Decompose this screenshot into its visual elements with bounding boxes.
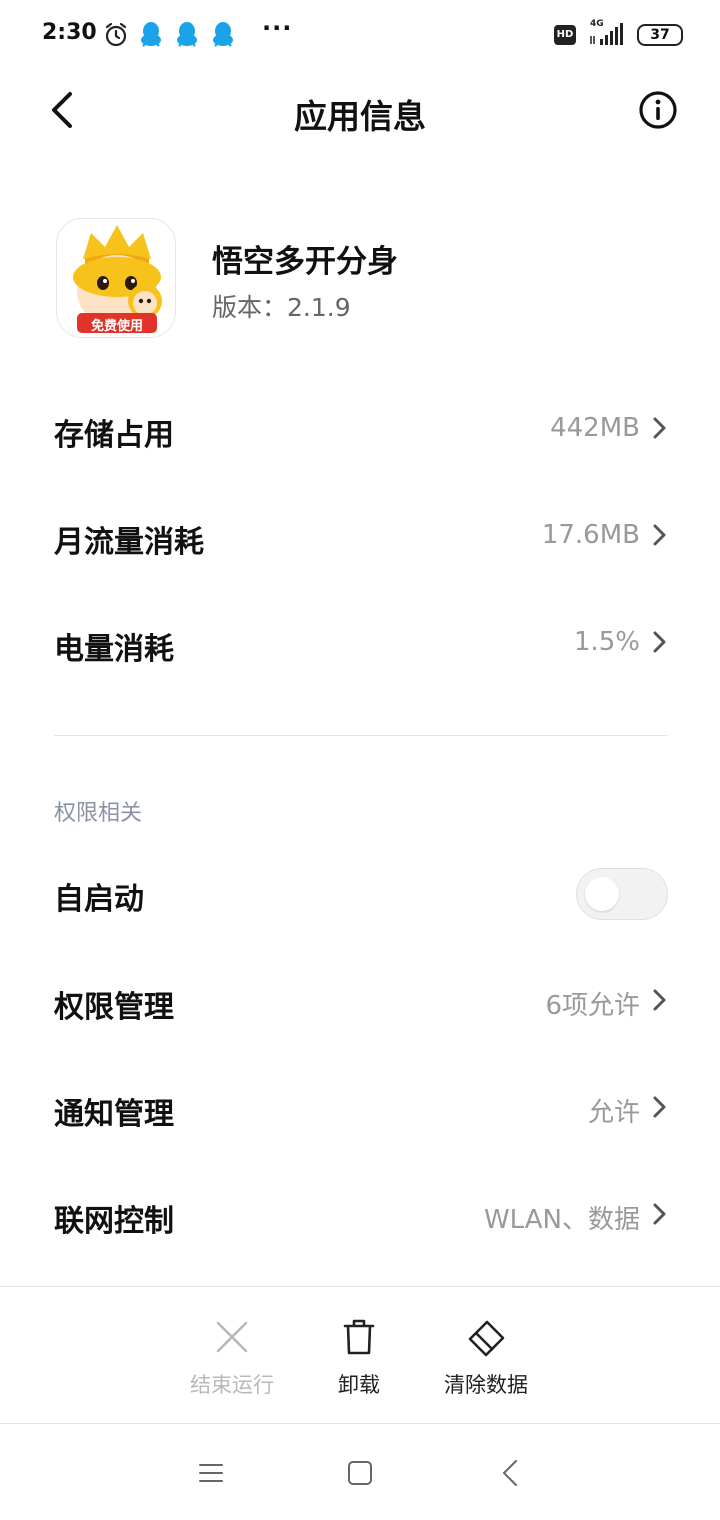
info-icon[interactable] (636, 88, 680, 132)
row-value: WLAN、数据 (483, 1205, 640, 1235)
uninstall-button[interactable]: 卸载 (294, 1287, 424, 1423)
eraser-icon (468, 1320, 505, 1357)
chevron-right-icon (653, 417, 666, 439)
action-label: 卸载 (338, 1373, 380, 1397)
page-title: 应用信息 (294, 97, 426, 136)
alarm-icon (105, 22, 127, 47)
system-nav-bar (0, 1425, 720, 1520)
more-notifications-icon: ··· (262, 14, 293, 42)
autostart-row: 自启动 (54, 862, 668, 922)
app-name: 悟空多开分身 (212, 244, 398, 280)
close-icon (216, 1321, 248, 1353)
storage-row[interactable]: 存储占用 442MB (54, 398, 668, 458)
app-icon-badge-text: 免费使用 (90, 319, 143, 334)
section-divider (54, 735, 668, 736)
chevron-right-icon (653, 1096, 666, 1118)
row-value: 允许 (587, 1098, 640, 1128)
qq-notification-icon (177, 22, 197, 47)
row-label: 存储占用 (54, 418, 174, 453)
clear-data-button[interactable]: 清除数据 (421, 1287, 551, 1423)
action-label: 结束运行 (190, 1373, 274, 1397)
chevron-right-icon (653, 1203, 666, 1225)
battery-indicator: 37 (637, 24, 683, 46)
row-label: 权限管理 (54, 990, 174, 1025)
status-bar: 2:30 ··· HD 4G 37 (0, 0, 720, 70)
row-label: 联网控制 (54, 1204, 174, 1239)
qq-notification-icon (141, 22, 161, 47)
row-label: 电量消耗 (54, 632, 174, 667)
data-usage-row[interactable]: 月流量消耗 17.6MB (54, 505, 668, 565)
qq-notification-icon (213, 22, 233, 47)
chevron-right-icon (653, 989, 666, 1011)
toggle-knob (585, 877, 619, 911)
notification-management-row[interactable]: 通知管理 允许 (54, 1077, 668, 1137)
chevron-right-icon (653, 631, 666, 653)
menu-icon[interactable] (191, 1453, 231, 1493)
row-label: 通知管理 (54, 1097, 174, 1132)
chevron-right-icon (653, 524, 666, 546)
row-value: 17.6MB (541, 520, 640, 550)
action-label: 清除数据 (444, 1373, 528, 1397)
row-value: 442MB (550, 413, 640, 443)
force-stop-button[interactable]: 结束运行 (167, 1287, 297, 1423)
permissions-section-title: 权限相关 (54, 801, 143, 826)
row-label: 自启动 (54, 882, 144, 917)
app-version: 版本：2.1.9 (212, 293, 351, 322)
action-bar: 结束运行 卸载 清除数据 (0, 1286, 720, 1424)
row-label: 月流量消耗 (54, 525, 204, 560)
autostart-toggle[interactable] (576, 868, 668, 920)
status-time: 2:30 (42, 20, 97, 45)
trash-icon (343, 1319, 375, 1355)
back-icon[interactable] (492, 1453, 532, 1493)
home-icon[interactable] (340, 1453, 380, 1493)
network-control-row[interactable]: 联网控制 WLAN、数据 (54, 1184, 668, 1244)
row-value: 6项允许 (545, 991, 640, 1021)
app-icon: 免费使用 (56, 218, 176, 338)
row-value: 1.5% (573, 627, 640, 657)
permission-management-row[interactable]: 权限管理 6项允许 (54, 970, 668, 1030)
signal-icon: 4G (588, 19, 628, 47)
hd-voice-badge: HD (554, 25, 576, 45)
battery-usage-row[interactable]: 电量消耗 1.5% (54, 612, 668, 672)
header: 应用信息 (0, 70, 720, 150)
